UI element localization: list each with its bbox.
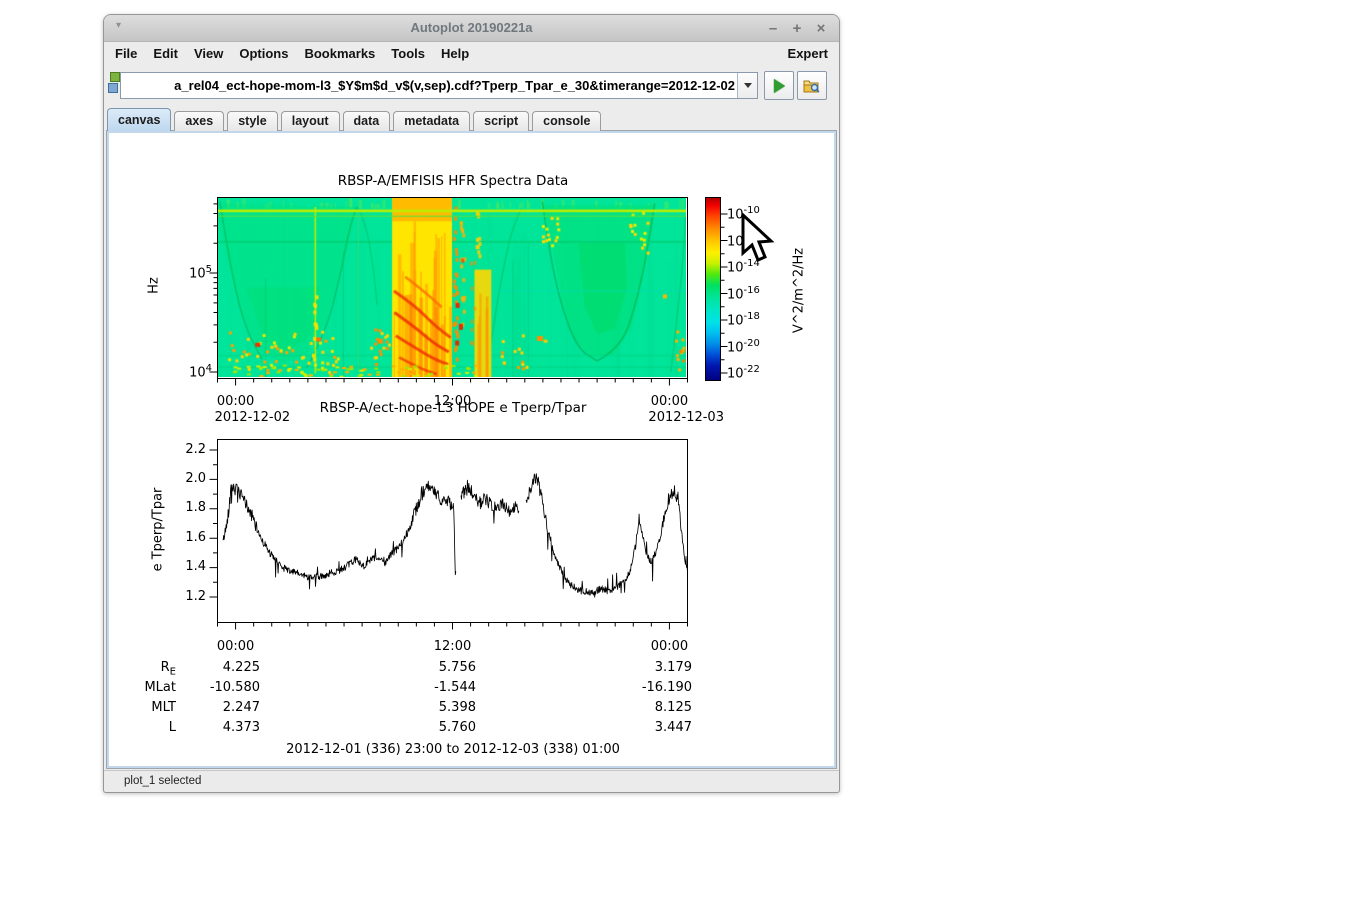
status-text: plot_1 selected bbox=[124, 775, 202, 787]
tab-canvas[interactable]: canvas bbox=[107, 108, 172, 131]
status-bar: plot_1 selected bbox=[104, 770, 839, 792]
menu-items: File Edit View Options Bookmarks Tools Help bbox=[107, 46, 477, 61]
tab-style[interactable]: style bbox=[227, 111, 278, 131]
minimize-button[interactable]: – bbox=[761, 20, 785, 37]
tab-layout[interactable]: layout bbox=[280, 111, 340, 131]
menu-view[interactable]: View bbox=[186, 46, 231, 61]
expert-menu[interactable]: Expert bbox=[780, 46, 839, 61]
menu-bookmarks[interactable]: Bookmarks bbox=[296, 46, 383, 61]
chevron-down-icon bbox=[743, 83, 752, 88]
dataset-blue-icon bbox=[108, 83, 118, 93]
address-input[interactable]: a_rel04_ect-hope-mom-l3_$Y$m$d_v$(v,sep)… bbox=[121, 73, 737, 98]
desktop: ▾ Autoplot 20190221a – + × File Edit View O… bbox=[0, 0, 1345, 916]
autoplot-window: ▾ Autoplot 20190221a – + × File Edit View O… bbox=[103, 14, 840, 793]
title-bar[interactable]: ▾ Autoplot 20190221a – + × bbox=[104, 15, 839, 42]
tab-bar: canvas axes style layout data metadata script c… bbox=[104, 108, 839, 131]
maximize-button[interactable]: + bbox=[785, 20, 809, 37]
tab-data[interactable]: data bbox=[342, 111, 391, 131]
go-button[interactable] bbox=[764, 71, 794, 100]
menu-edit[interactable]: Edit bbox=[145, 46, 186, 61]
mouse-cursor bbox=[741, 213, 775, 262]
tab-console[interactable]: console bbox=[532, 111, 602, 131]
dataset-green-icon bbox=[110, 72, 120, 82]
menu-tools[interactable]: Tools bbox=[383, 46, 433, 61]
window-title: Autoplot 20190221a bbox=[410, 20, 533, 35]
toolbar: a_rel04_ect-hope-mom-l3_$Y$m$d_v$(v,sep)… bbox=[104, 64, 839, 108]
play-icon bbox=[773, 78, 785, 93]
tab-metadata[interactable]: metadata bbox=[393, 111, 471, 131]
plot-canvas-panel[interactable] bbox=[107, 131, 836, 768]
tab-axes[interactable]: axes bbox=[174, 111, 225, 131]
menu-options[interactable]: Options bbox=[231, 46, 296, 61]
menu-file[interactable]: File bbox=[107, 46, 145, 61]
menu-help[interactable]: Help bbox=[433, 46, 477, 61]
folder-search-icon bbox=[803, 80, 820, 93]
tab-script[interactable]: script bbox=[473, 111, 530, 131]
close-button[interactable]: × bbox=[809, 20, 833, 37]
address-dropdown-button[interactable] bbox=[737, 73, 757, 98]
address-combobox: a_rel04_ect-hope-mom-l3_$Y$m$d_v$(v,sep)… bbox=[120, 72, 758, 99]
inspect-url-button[interactable] bbox=[797, 71, 827, 100]
menu-bar: File Edit View Options Bookmarks Tools Help Ex… bbox=[104, 42, 839, 64]
